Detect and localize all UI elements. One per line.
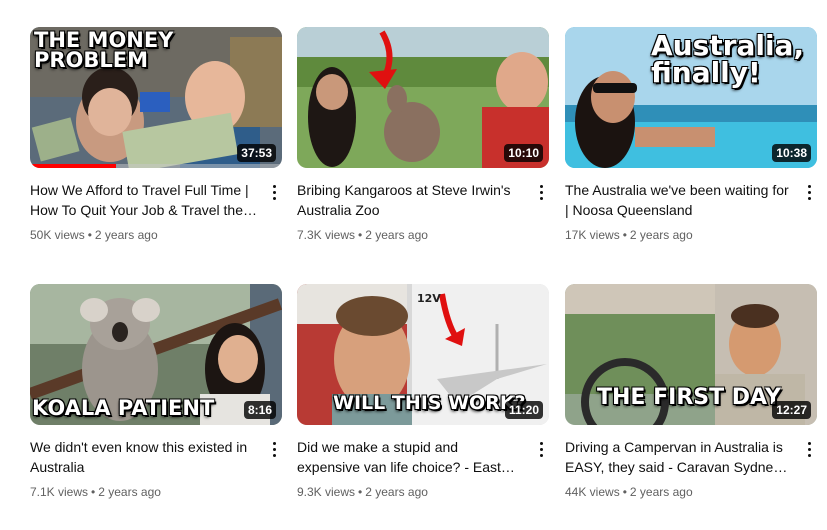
more-vert-icon[interactable] <box>529 180 553 204</box>
video-title[interactable]: How We Afford to Travel Full Time | How … <box>30 180 258 220</box>
view-count: 44K views <box>565 485 620 499</box>
video-thumbnail[interactable]: 12V WILL THIS WORK? 11:20 <box>297 284 549 425</box>
upload-age: 2 years ago <box>629 228 693 242</box>
upload-age: 2 years ago <box>629 485 693 499</box>
video-card[interactable]: KOALA PATIENT 8:16 We didn't even know t… <box>30 284 282 501</box>
video-stats: 7.3K views • 2 years ago <box>297 228 428 242</box>
video-stats: 9.3K views • 2 years ago <box>297 485 428 499</box>
thumbnail-overlay-text: KOALA PATIENT <box>32 396 215 420</box>
video-thumbnail[interactable]: KOALA PATIENT 8:16 <box>30 284 282 425</box>
more-vert-icon[interactable] <box>529 437 553 461</box>
duration-badge: 10:38 <box>772 144 811 162</box>
upload-age: 2 years ago <box>98 485 161 499</box>
view-count: 17K views <box>565 228 620 242</box>
video-card[interactable]: 10:10 Bribing Kangaroos at Steve Irwin's… <box>297 27 549 244</box>
view-count: 7.1K views <box>30 485 89 499</box>
video-stats: 17K views • 2 years ago <box>565 228 693 242</box>
duration-badge: 37:53 <box>237 144 276 162</box>
video-stats: 50K views • 2 years ago <box>30 228 158 242</box>
watch-progress-bar <box>30 164 116 168</box>
thumbnail-overlay-text: Australia, finally! <box>651 29 805 89</box>
duration-badge: 12:27 <box>772 401 811 419</box>
upload-age: 2 years ago <box>94 228 158 242</box>
video-thumbnail[interactable]: Australia, finally! 10:38 <box>565 27 817 168</box>
video-card[interactable]: 12V WILL THIS WORK? 11:20 Did we make a … <box>297 284 549 501</box>
video-card[interactable]: THE FIRST DAY 12:27 Driving a Campervan … <box>565 284 817 501</box>
more-vert-icon[interactable] <box>797 180 821 204</box>
duration-badge: 11:20 <box>504 401 543 419</box>
view-count: 9.3K views <box>297 485 356 499</box>
duration-badge: 8:16 <box>243 401 276 419</box>
view-count: 50K views <box>30 228 85 242</box>
view-count: 7.3K views <box>297 228 356 242</box>
more-vert-icon[interactable] <box>262 437 286 461</box>
video-title[interactable]: Did we make a stupid and expensive van l… <box>297 437 525 477</box>
duration-badge: 10:10 <box>504 144 543 162</box>
thumbnail-overlay-text: WILL THIS WORK? <box>333 392 526 414</box>
video-title[interactable]: Bribing Kangaroos at Steve Irwin's Austr… <box>297 180 525 220</box>
svg-text:12V: 12V <box>417 292 441 305</box>
video-card[interactable]: THE MONEY PROBLEM 37:53 How We Afford to… <box>30 27 282 244</box>
video-card[interactable]: Australia, finally! 10:38 The Australia … <box>565 27 817 244</box>
video-thumbnail[interactable]: THE FIRST DAY 12:27 <box>565 284 817 425</box>
more-vert-icon[interactable] <box>797 437 821 461</box>
video-thumbnail[interactable]: THE MONEY PROBLEM 37:53 <box>30 27 282 168</box>
video-stats: 44K views • 2 years ago <box>565 485 693 499</box>
upload-age: 2 years ago <box>365 228 428 242</box>
upload-age: 2 years ago <box>365 485 428 499</box>
video-title[interactable]: Driving a Campervan in Australia is EASY… <box>565 437 793 477</box>
thumbnail-overlay-text: THE FIRST DAY <box>597 385 781 410</box>
video-title[interactable]: We didn't even know this existed in Aust… <box>30 437 258 477</box>
video-thumbnail[interactable]: 10:10 <box>297 27 549 168</box>
thumbnail-overlay-text: THE MONEY PROBLEM <box>34 28 174 72</box>
more-vert-icon[interactable] <box>262 180 286 204</box>
video-title[interactable]: The Australia we've been waiting for | N… <box>565 180 793 220</box>
video-stats: 7.1K views • 2 years ago <box>30 485 161 499</box>
